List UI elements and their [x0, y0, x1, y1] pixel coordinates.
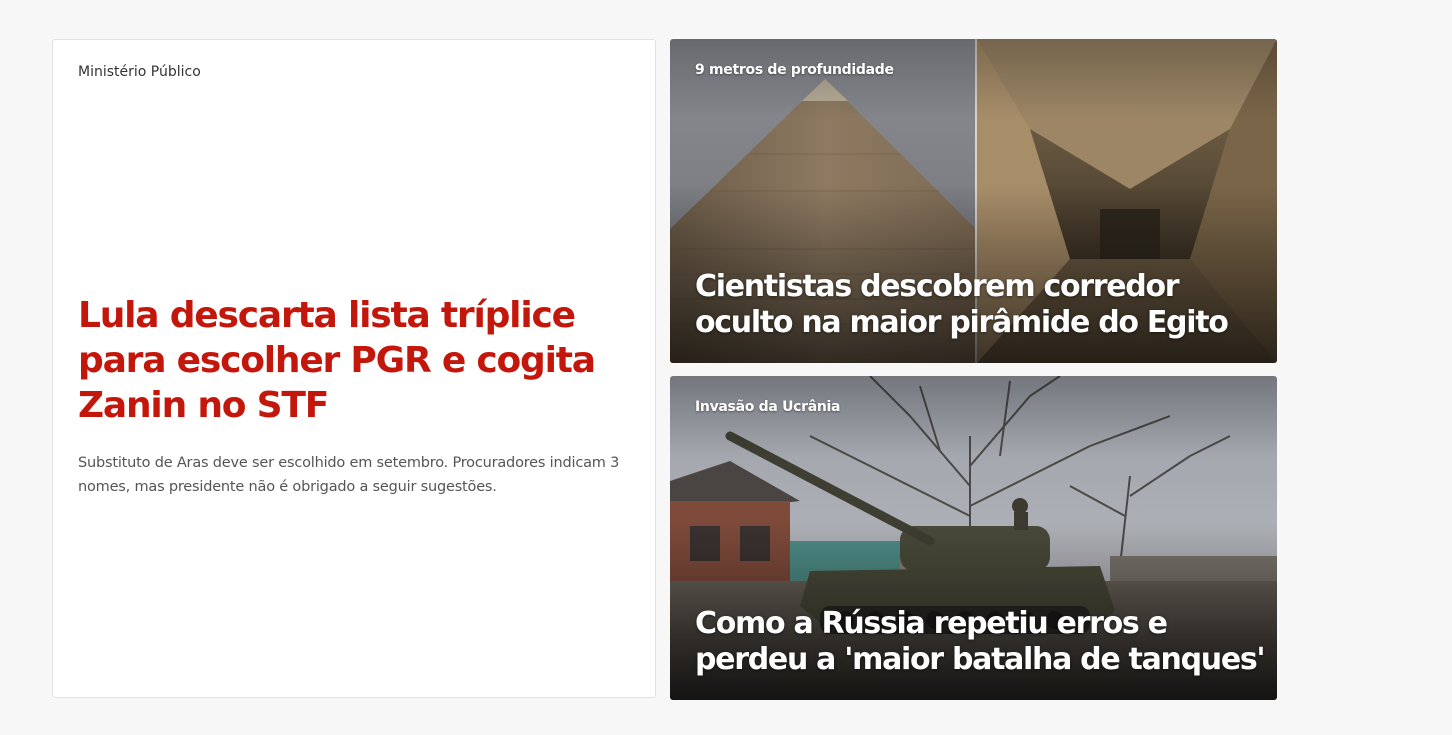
tank-story-kicker: Invasão da Ucrânia [695, 399, 841, 415]
story-card-pyramid[interactable]: 9 metros de profundidade Cientistas desc… [670, 39, 1277, 363]
main-story-kicker: Ministério Público [78, 64, 201, 80]
pyramid-story-kicker: 9 metros de profundidade [695, 62, 894, 78]
news-grid: Ministério Público Lula descarta lista t… [0, 0, 1452, 735]
main-story-card[interactable]: Ministério Público Lula descarta lista t… [52, 39, 656, 698]
pyramid-story-title[interactable]: Cientistas descobrem corredor oculto na … [695, 269, 1265, 341]
tank-story-title[interactable]: Como a Rússia repetiu erros e perdeu a '… [695, 606, 1266, 678]
main-story-headline[interactable]: Lula descarta lista tríplice para escolh… [78, 293, 598, 428]
story-card-tank[interactable]: Invasão da Ucrânia Como a Rússia repetiu… [670, 376, 1277, 700]
main-story-summary: Substituto de Aras deve ser escolhido em… [78, 455, 620, 495]
